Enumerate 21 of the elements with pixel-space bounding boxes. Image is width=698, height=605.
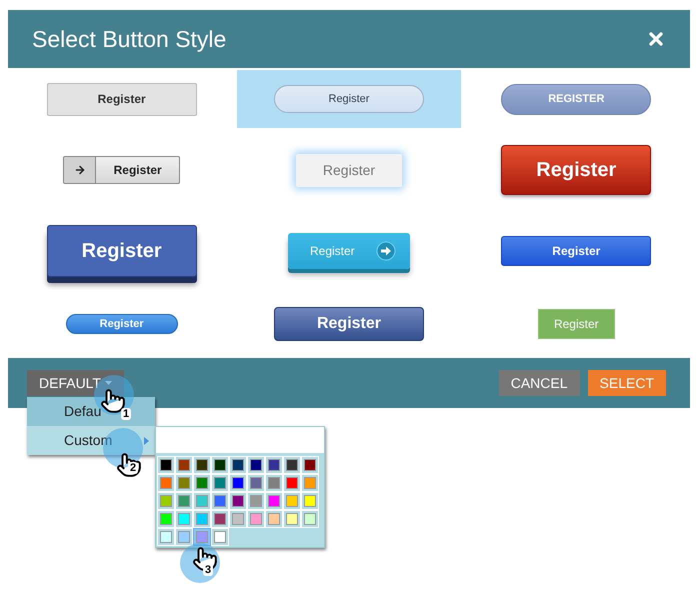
style-option-button[interactable]: Register bbox=[501, 145, 652, 195]
caret-icon bbox=[104, 381, 112, 385]
step-number: 2 bbox=[128, 462, 138, 474]
style-option-button[interactable]: Register bbox=[501, 236, 652, 266]
dialog-title: Select Button Style bbox=[32, 24, 226, 54]
arrow-icon bbox=[74, 164, 86, 176]
style-dropdown[interactable]: DEFAULT bbox=[27, 370, 124, 396]
style-option-button[interactable]: Register bbox=[66, 314, 178, 334]
menu-item[interactable]: Custom bbox=[27, 426, 155, 455]
style-option-button[interactable]: Register bbox=[63, 156, 180, 184]
arrow-circle-icon bbox=[376, 241, 396, 261]
step-number: 3 bbox=[203, 564, 214, 576]
style-option-button[interactable]: REGISTER bbox=[501, 84, 652, 114]
step-number: 1 bbox=[121, 408, 132, 420]
style-option-button[interactable]: Register bbox=[274, 85, 424, 113]
style-option-button[interactable]: Register bbox=[46, 82, 197, 116]
select-button[interactable]: SELECT bbox=[588, 370, 666, 396]
style-option-button[interactable]: Register bbox=[274, 307, 424, 341]
color-swatch[interactable] bbox=[193, 528, 211, 546]
cancel-button[interactable]: CANCEL bbox=[498, 370, 580, 396]
style-option-button[interactable]: Register bbox=[296, 154, 402, 186]
